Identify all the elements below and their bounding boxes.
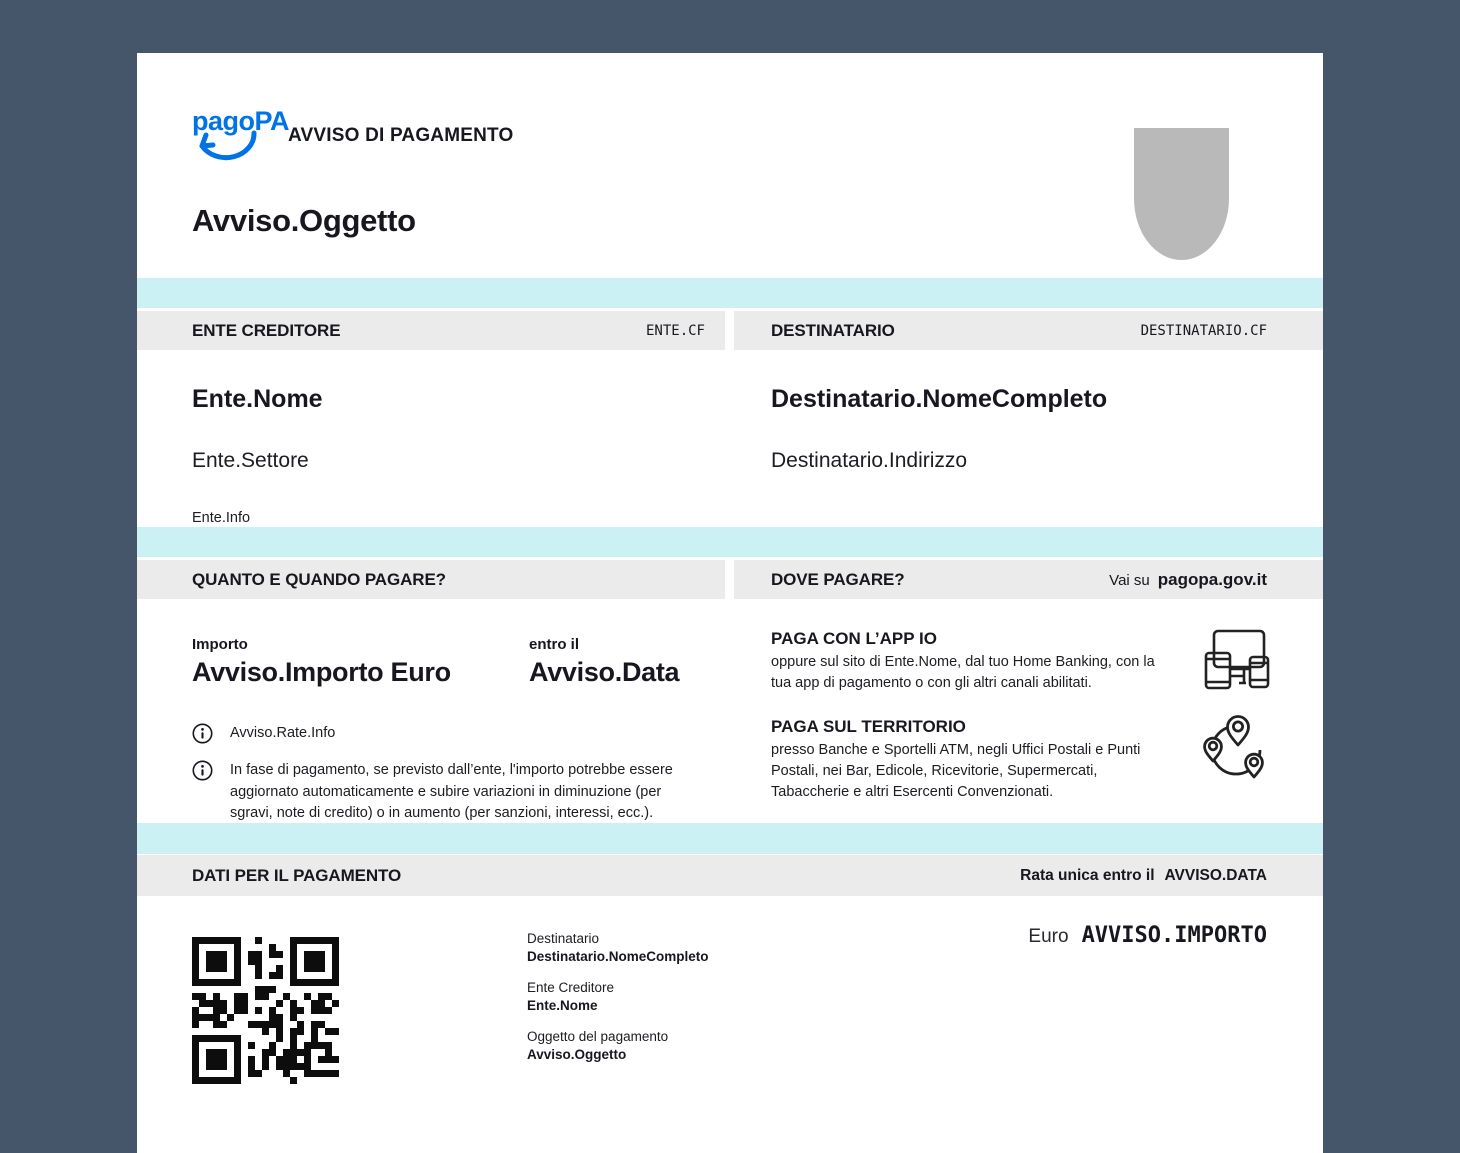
creditor-header-label: ENTE CREDITORE [192, 321, 340, 341]
notice-object-title: Avviso.Oggetto [192, 203, 416, 239]
entity-logo-placeholder [1134, 128, 1229, 260]
installment-label: Rata unica entro il [1020, 867, 1154, 885]
creditor-info: Ente.Info [192, 510, 250, 526]
how-much-header-band: QUANTO E QUANDO PAGARE? [137, 560, 725, 599]
creditor-header-band: ENTE CREDITORE ENTE.CF [137, 311, 725, 350]
total-amount-line: Euro AVVISO.IMPORTO [1028, 923, 1267, 948]
pagopa-site-link[interactable]: pagopa.gov.it [1158, 570, 1267, 590]
payment-data-header-band: DATI PER IL PAGAMENTO Rata unica entro i… [137, 855, 1323, 896]
field-value: Avviso.Oggetto [527, 1047, 709, 1062]
doc-type-title: AVVISO DI PAGAMENTO [288, 125, 514, 147]
qr-code [192, 937, 339, 1084]
devices-icon [1203, 628, 1273, 692]
where-header-label: DOVE PAGARE? [771, 570, 905, 590]
summary-field-object: Oggetto del pagamento Avviso.Oggetto [527, 1029, 709, 1062]
creditor-fiscal-code: ENTE.CF [646, 323, 705, 339]
payment-notice-page: pagoPA AVVISO DI PAGAMENTO Avviso.Oggett… [137, 53, 1323, 1153]
field-label: Destinatario [527, 931, 709, 946]
pay-on-territory-block: PAGA SUL TERRITORIO presso Banche e Spor… [771, 717, 1171, 803]
recipient-fiscal-code: DESTINATARIO.CF [1141, 323, 1267, 339]
amount-value: Avviso.Importo Euro [192, 657, 451, 688]
amount-note-row: In fase di pagamento, se previsto dall’e… [192, 760, 720, 825]
due-date-label: entro il [529, 636, 579, 653]
rate-info-text: Avviso.Rate.Info [230, 723, 335, 745]
recipient-name: Destinatario.NomeCompleto [771, 385, 1107, 414]
summary-field-creditor: Ente Creditore Ente.Nome [527, 980, 709, 1013]
field-label: Ente Creditore [527, 980, 709, 995]
how-much-header-label: QUANTO E QUANDO PAGARE? [192, 570, 446, 590]
field-label: Oggetto del pagamento [527, 1029, 709, 1044]
recipient-address: Destinatario.Indirizzo [771, 449, 967, 473]
recipient-header-band: DESTINATARIO DESTINATARIO.CF [734, 311, 1323, 350]
divider-band [137, 527, 1323, 557]
field-value: Ente.Nome [527, 998, 709, 1013]
field-value: Destinatario.NomeCompleto [527, 949, 709, 964]
amount-label: Importo [192, 636, 248, 653]
info-icon [192, 723, 213, 744]
screen: { "colors": { "background": "#46566a", "… [0, 0, 1460, 1064]
pay-on-territory-title: PAGA SUL TERRITORIO [771, 717, 1171, 737]
pay-on-territory-text: presso Banche e Sportelli ATM, negli Uff… [771, 740, 1163, 803]
pagopa-logo: pagoPA [192, 108, 268, 164]
amount-note-text: In fase di pagamento, se previsto dall’e… [230, 760, 702, 825]
summary-field-recipient: Destinatario Destinatario.NomeCompleto [527, 931, 709, 964]
payment-header-row: QUANTO E QUANDO PAGARE? DOVE PAGARE? Vai… [137, 560, 1323, 599]
territory-pins-icon [1200, 713, 1274, 783]
creditor-name: Ente.Nome [192, 385, 323, 414]
pay-with-app-block: PAGA CON L’APP IO oppure sul sito di Ent… [771, 629, 1159, 694]
info-icon [192, 760, 213, 781]
divider-band [137, 278, 1323, 308]
pay-with-app-title: PAGA CON L’APP IO [771, 629, 1159, 649]
payment-summary-fields: Destinatario Destinatario.NomeCompleto E… [527, 931, 709, 1078]
where-header-band: DOVE PAGARE? Vai su pagopa.gov.it [734, 560, 1323, 599]
total-amount-value: AVVISO.IMPORTO [1082, 923, 1267, 948]
link-prefix-label: Vai su [1109, 572, 1150, 589]
pagopa-arrow-icon [192, 130, 260, 162]
header-brand: pagoPA AVVISO DI PAGAMENTO [192, 108, 514, 164]
due-date-value: Avviso.Data [529, 657, 679, 688]
pagopa-site-link-wrap: Vai su pagopa.gov.it [1109, 570, 1267, 590]
parties-header-row: ENTE CREDITORE ENTE.CF DESTINATARIO DEST… [137, 311, 1323, 350]
rate-info-row: Avviso.Rate.Info [192, 723, 682, 745]
currency-label: Euro [1028, 926, 1068, 948]
recipient-header-label: DESTINATARIO [771, 321, 895, 341]
divider-band [137, 823, 1323, 854]
creditor-sector: Ente.Settore [192, 449, 309, 473]
pay-with-app-text: oppure sul sito di Ente.Nome, dal tuo Ho… [771, 652, 1159, 694]
installment-info: Rata unica entro il AVVISO.DATA [1020, 867, 1267, 885]
installment-due-value: AVVISO.DATA [1165, 867, 1267, 885]
payment-data-header-label: DATI PER IL PAGAMENTO [192, 866, 401, 886]
